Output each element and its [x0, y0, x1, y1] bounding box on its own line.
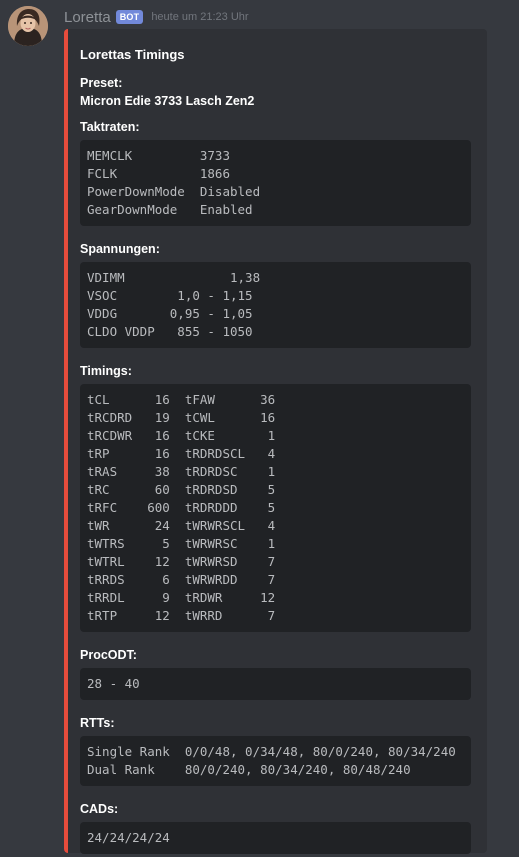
field-rtts: RTTs: Single Rank 0/0/48, 0/34/48, 80/0/… — [80, 714, 471, 786]
code-line: Single Rank 0/0/48, 0/34/48, 80/0/240, 8… — [87, 744, 456, 759]
code-line: 24/24/24/24 — [87, 830, 170, 845]
code-line: tRFC 600 tRDRDDD 5 — [87, 500, 276, 515]
codeblock-procodt: 28 - 40 — [80, 668, 471, 700]
code-line: VDDG 0,95 - 1,05 — [87, 306, 253, 321]
username[interactable]: Loretta — [64, 9, 111, 26]
field-spannungen: Spannungen: VDIMM 1,38 VSOC 1,0 - 1,15 VDD… — [80, 240, 471, 348]
code-line: FCLK 1866 — [87, 166, 230, 181]
code-line: tCL 16 tFAW 36 — [87, 392, 276, 407]
timestamp: heute um 21:23 Uhr — [151, 11, 249, 23]
code-line: tRAS 38 tRDRDSC 1 — [87, 464, 276, 479]
codeblock-rtts: Single Rank 0/0/48, 0/34/48, 80/0/240, 8… — [80, 736, 471, 786]
field-name-spannungen: Spannungen: — [80, 242, 160, 256]
field-procodt: ProcODT: 28 - 40 — [80, 646, 471, 700]
avatar[interactable] — [8, 6, 48, 46]
field-timings: Timings: tCL 16 tFAW 36 tRCDRD 19 tCWL 16… — [80, 362, 471, 632]
code-line: tWTRL 12 tWRWRSD 7 — [87, 554, 276, 569]
code-line: tRRDS 6 tWRWRDD 7 — [87, 572, 276, 587]
code-line: 28 - 40 — [87, 676, 140, 691]
field-taktraten: Taktraten: MEMCLK 3733 FCLK 1866 PowerDown… — [80, 118, 471, 226]
code-line: tRCDRD 19 tCWL 16 — [87, 410, 276, 425]
field-name-timings: Timings: — [80, 364, 132, 378]
code-line: GearDownMode Enabled — [87, 202, 253, 217]
field-cads: CADs: 24/24/24/24 — [80, 800, 471, 854]
code-line: tRRDL 9 tRDWR 12 — [87, 590, 276, 605]
code-line: tRCDWR 16 tCKE 1 — [87, 428, 276, 443]
code-line: MEMCLK 3733 — [87, 148, 230, 163]
field-name-rtts: RTTs: — [80, 716, 115, 730]
codeblock-timings: tCL 16 tFAW 36 tRCDRD 19 tCWL 16 tRCDWR 16… — [80, 384, 471, 632]
field-name-taktraten: Taktraten: — [80, 120, 140, 134]
field-name-cads: CADs: — [80, 802, 119, 816]
code-line: tWR 24 tWRWRSCL 4 — [87, 518, 276, 533]
code-line: tRTP 12 tWRRD 7 — [87, 608, 276, 623]
field-name-preset: Preset: — [80, 76, 123, 90]
field-value-preset: Micron Edie 3733 Lasch Zen2 — [80, 94, 255, 108]
code-line: PowerDownMode Disabled — [87, 184, 261, 199]
codeblock-cads: 24/24/24/24 — [80, 822, 471, 854]
code-line: tWTRS 5 tWRWRSC 1 — [87, 536, 276, 551]
code-line: VDIMM 1,38 — [87, 270, 261, 285]
bot-tag: BOT — [115, 10, 144, 24]
code-line: VSOC 1,0 - 1,15 — [87, 288, 253, 303]
codeblock-taktraten: MEMCLK 3733 FCLK 1866 PowerDownMode Disabl… — [80, 140, 471, 226]
code-line: tRP 16 tRDRDSCL 4 — [87, 446, 276, 461]
codeblock-spannungen: VDIMM 1,38 VSOC 1,0 - 1,15 VDDG 0,95 - 1,0… — [80, 262, 471, 348]
embed: Lorettas Timings Preset: Micron Edie 373… — [64, 29, 487, 854]
message-header: Loretta BOT heute um 21:23 Uhr — [64, 7, 249, 27]
embed-title: Lorettas Timings — [80, 47, 185, 62]
field-name-procodt: ProcODT: — [80, 648, 137, 662]
code-line: Dual Rank 80/0/240, 80/34/240, 80/48/240 — [87, 762, 411, 777]
code-line: tRC 60 tRDRDSD 5 — [87, 482, 276, 497]
field-preset: Preset: Micron Edie 3733 Lasch Zen2 — [80, 74, 471, 110]
code-line: CLDO VDDP 855 - 1050 — [87, 324, 253, 339]
